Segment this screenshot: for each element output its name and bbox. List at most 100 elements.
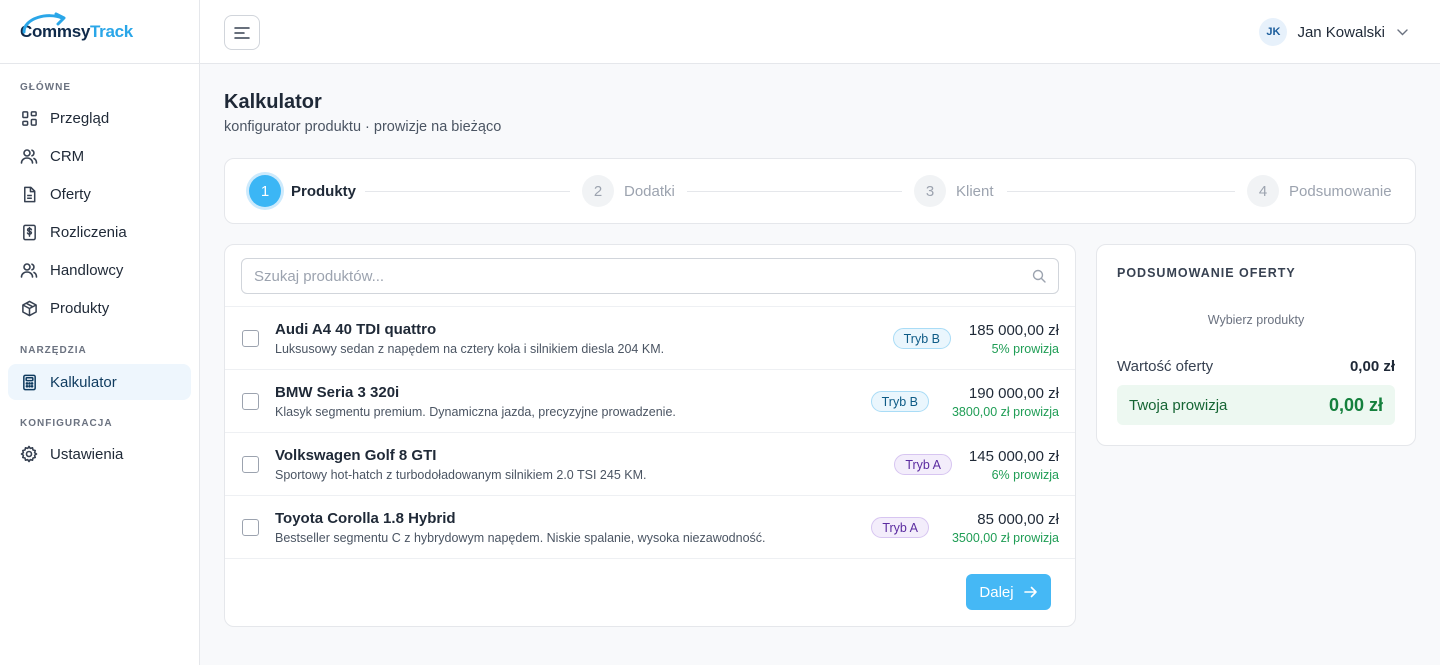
product-price: 145 000,00 zł bbox=[968, 448, 1059, 465]
summary-empty-state: Wybierz produkty bbox=[1207, 313, 1305, 327]
sidebar-item-produkty[interactable]: Produkty bbox=[8, 290, 191, 326]
grid-icon bbox=[20, 109, 38, 127]
summary-title: PODSUMOWANIE OFERTY bbox=[1117, 266, 1296, 280]
commission-value: 0,00 zł bbox=[1328, 394, 1383, 415]
gear-icon bbox=[20, 445, 38, 463]
step-podsumowanie[interactable]: 4 Podsumowanie bbox=[1247, 175, 1392, 207]
calculator-icon bbox=[20, 373, 38, 391]
divider bbox=[225, 558, 1075, 559]
next-button-label: Dalej bbox=[979, 583, 1014, 601]
product-price: 185 000,00 zł bbox=[968, 322, 1059, 339]
sidebar-item-label: Kalkulator bbox=[50, 373, 117, 391]
offer-value: 0,00 zł bbox=[1349, 358, 1395, 375]
avatar: JK bbox=[1259, 18, 1288, 46]
search-box bbox=[241, 258, 1059, 294]
sidebar-item-oferty[interactable]: Oferty bbox=[8, 176, 191, 212]
nav-section-main: GŁÓWNE bbox=[20, 82, 71, 93]
product-description: Sportowy hot-hatch z turbodoładowanym si… bbox=[275, 468, 647, 482]
sidebar-item-label: Ustawienia bbox=[50, 445, 124, 463]
next-button[interactable]: Dalej bbox=[966, 574, 1051, 610]
product-price: 85 000,00 zł bbox=[977, 511, 1059, 528]
logo-swoosh-icon bbox=[22, 12, 66, 33]
step-number: 3 bbox=[914, 175, 946, 207]
nav-section-config: KONFIGURACJA bbox=[20, 418, 113, 429]
sidebar-item-label: Oferty bbox=[50, 185, 91, 203]
user-menu[interactable]: JK Jan Kowalski bbox=[1259, 18, 1408, 46]
sidebar-item-kalkulator[interactable]: Kalkulator bbox=[8, 364, 191, 400]
commission-box: Twoja prowizja 0,00 zł bbox=[1117, 385, 1395, 425]
product-description: Bestseller segmentu C z hybrydowym napęd… bbox=[275, 531, 766, 545]
page-subtitle: konfigurator produktu · prowizje na bież… bbox=[224, 119, 502, 135]
sidebar-item-label: Handlowcy bbox=[50, 261, 124, 279]
step-produkty[interactable]: 1 Produkty bbox=[249, 175, 356, 207]
sidebar-item-label: Przegląd bbox=[50, 109, 110, 127]
search-input[interactable] bbox=[254, 267, 1032, 285]
sidebar-item-crm[interactable]: CRM bbox=[8, 138, 191, 174]
arrow-right-icon bbox=[1023, 586, 1038, 598]
mode-badge: Tryb B bbox=[892, 328, 951, 349]
hamburger-icon bbox=[234, 26, 250, 39]
mode-badge: Tryb B bbox=[870, 391, 929, 412]
box-icon bbox=[20, 299, 38, 317]
product-name: Audi A4 40 TDI quattro bbox=[275, 321, 437, 338]
sidebar-item-rozliczenia[interactable]: Rozliczenia bbox=[8, 214, 191, 250]
product-checkbox[interactable] bbox=[242, 456, 259, 473]
step-label: Podsumowanie bbox=[1289, 182, 1392, 200]
product-description: Luksusowy sedan z napędem na cztery koła… bbox=[275, 342, 665, 356]
product-row[interactable]: BMW Seria 3 320i Klasyk segmentu premium… bbox=[225, 369, 1075, 432]
sidebar-item-ustawienia[interactable]: Ustawienia bbox=[8, 436, 191, 472]
logo[interactable]: CommsyTrack bbox=[0, 0, 199, 64]
page-title: Kalkulator bbox=[224, 91, 322, 113]
users-icon bbox=[20, 147, 38, 165]
product-list-panel: Audi A4 40 TDI quattro Luksusowy sedan z… bbox=[224, 244, 1076, 627]
product-row[interactable]: Audi A4 40 TDI quattro Luksusowy sedan z… bbox=[225, 306, 1075, 369]
users-icon bbox=[20, 261, 38, 279]
nav-section-tools: NARZĘDZIA bbox=[20, 345, 87, 356]
product-description: Klasyk segmentu premium. Dynamiczna jazd… bbox=[275, 405, 676, 419]
product-commission: 5% prowizja bbox=[991, 342, 1059, 356]
search-icon[interactable] bbox=[1032, 269, 1046, 283]
step-label: Klient bbox=[956, 182, 994, 200]
sidebar: CommsyTrack GŁÓWNE Przegląd CRM Oferty R… bbox=[0, 0, 200, 665]
sidebar-item-label: Rozliczenia bbox=[50, 223, 127, 241]
product-commission: 3800,00 zł prowizja bbox=[951, 405, 1059, 419]
product-checkbox[interactable] bbox=[242, 519, 259, 536]
product-name: Toyota Corolla 1.8 Hybrid bbox=[275, 510, 456, 527]
step-number: 4 bbox=[1247, 175, 1279, 207]
step-number: 2 bbox=[582, 175, 614, 207]
mode-badge: Tryb A bbox=[871, 517, 929, 538]
product-row[interactable]: Volkswagen Golf 8 GTI Sportowy hot-hatch… bbox=[225, 432, 1075, 495]
product-commission: 3500,00 zł prowizja bbox=[951, 531, 1059, 545]
product-commission: 6% prowizja bbox=[991, 468, 1059, 482]
step-connector bbox=[365, 191, 570, 192]
product-checkbox[interactable] bbox=[242, 330, 259, 347]
dollar-file-icon bbox=[20, 223, 38, 241]
product-name: Volkswagen Golf 8 GTI bbox=[275, 447, 437, 464]
commission-label: Twoja prowizja bbox=[1129, 396, 1228, 414]
sidebar-item-handlowcy[interactable]: Handlowcy bbox=[8, 252, 191, 288]
offer-value-row: Wartość oferty 0,00 zł bbox=[1117, 358, 1395, 375]
step-connector bbox=[1007, 191, 1235, 192]
offer-summary-panel: PODSUMOWANIE OFERTY Wybierz produkty War… bbox=[1096, 244, 1416, 446]
mode-badge: Tryb A bbox=[894, 454, 952, 475]
menu-toggle-button[interactable] bbox=[224, 15, 260, 50]
product-name: BMW Seria 3 320i bbox=[275, 384, 400, 401]
stepper: 1 Produkty 2 Dodatki 3 Klient 4 Podsumow… bbox=[224, 158, 1416, 224]
user-name: Jan Kowalski bbox=[1297, 23, 1385, 41]
sidebar-item-label: CRM bbox=[50, 147, 85, 165]
product-row[interactable]: Toyota Corolla 1.8 Hybrid Bestseller seg… bbox=[225, 495, 1075, 558]
offer-value-label: Wartość oferty bbox=[1117, 358, 1214, 375]
topbar: JK Jan Kowalski bbox=[200, 0, 1440, 64]
sidebar-item-label: Produkty bbox=[50, 299, 110, 317]
chevron-down-icon bbox=[1397, 28, 1408, 35]
sidebar-item-przeglad[interactable]: Przegląd bbox=[8, 100, 191, 136]
step-connector bbox=[687, 191, 902, 192]
product-checkbox[interactable] bbox=[242, 393, 259, 410]
document-icon bbox=[20, 185, 38, 203]
step-label: Dodatki bbox=[624, 182, 675, 200]
step-klient[interactable]: 3 Klient bbox=[914, 175, 994, 207]
product-price: 190 000,00 zł bbox=[968, 385, 1059, 402]
step-number: 1 bbox=[249, 175, 281, 207]
step-dodatki[interactable]: 2 Dodatki bbox=[582, 175, 675, 207]
step-label: Produkty bbox=[291, 182, 357, 200]
